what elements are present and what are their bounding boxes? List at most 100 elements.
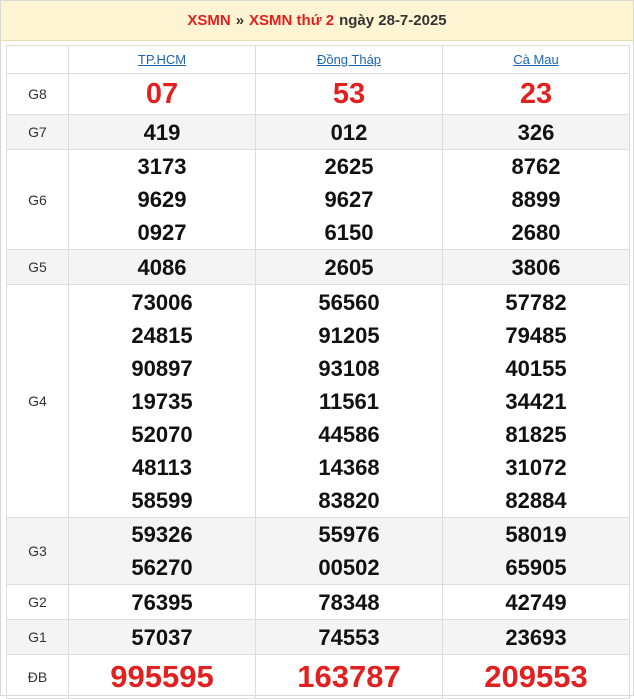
winning-number: 74553 <box>318 624 380 650</box>
prize-cell: 8762 8899 2680 <box>442 149 630 250</box>
prize-cell: 2625 9627 6150 <box>255 149 443 250</box>
winning-number: 419 <box>143 119 181 145</box>
prize-cell: 57037 <box>68 619 256 655</box>
winning-number: 78348 <box>318 589 380 615</box>
prize-label: G3 <box>6 517 69 585</box>
province-header-row: TP.HCM Đồng Tháp Cà Mau <box>6 45 630 74</box>
winning-number: 59326 <box>131 522 193 547</box>
winning-number: 79485 <box>505 322 567 348</box>
winning-number: 14368 <box>318 454 380 480</box>
prize-cell: 07 <box>68 73 256 115</box>
winning-number: 90897 <box>131 355 193 381</box>
prize-cell: 73006 24815 90897 19735 52070 48113 58599 <box>68 284 256 518</box>
winning-number: 93108 <box>318 355 380 381</box>
winning-number: 76395 <box>131 589 193 615</box>
winning-number: 31072 <box>505 454 567 480</box>
winning-number: 2605 <box>324 254 374 280</box>
prize-cell: 59326 56270 <box>68 517 256 585</box>
winning-number: 9629 <box>137 187 187 212</box>
winning-number: 8899 <box>511 187 561 212</box>
prize-row-g1: G1 57037 74553 23693 <box>6 619 630 655</box>
prize-label: G4 <box>6 284 69 518</box>
prize-cell: 326 <box>442 114 630 150</box>
province-link-dong-thap[interactable]: Đồng Tháp <box>317 52 381 67</box>
winning-number: 8762 <box>511 154 561 179</box>
prize-label: G1 <box>6 619 69 655</box>
results-table: TP.HCM Đồng Tháp Cà Mau G8 07 53 23 G7 419 012… <box>6 45 630 699</box>
prize-cell: 42749 <box>442 584 630 620</box>
winning-number: 81825 <box>505 421 567 447</box>
winning-number: 23 <box>519 78 553 110</box>
prize-cell: 2605 <box>255 249 443 285</box>
winning-number: 42749 <box>505 589 567 615</box>
prize-row-g6: G6 3173 9629 0927 2625 9627 6150 8762 8899 2680 <box>6 149 630 250</box>
prize-cell: 012 <box>255 114 443 150</box>
prize-cell: 3806 <box>442 249 630 285</box>
prize-cell: 53 <box>255 73 443 115</box>
results-header: XSMN » XSMN thứ 2 ngày 28-7-2025 <box>1 1 633 41</box>
prize-cell: 163787 <box>255 654 443 699</box>
winning-number: 3806 <box>511 254 561 280</box>
prize-cell: 3173 9629 0927 <box>68 149 256 250</box>
prize-label: G5 <box>6 249 69 285</box>
prize-row-g7: G7 419 012 326 <box>6 114 630 150</box>
winning-number: 2680 <box>511 220 561 245</box>
prize-row-g3: G3 59326 56270 55976 00502 58019 65905 <box>6 517 630 585</box>
prize-cell: 995595 <box>68 654 256 699</box>
winning-number: 58019 <box>505 522 567 547</box>
prize-cell: 4086 <box>68 249 256 285</box>
prize-cell: 23693 <box>442 619 630 655</box>
winning-number: 012 <box>330 119 368 145</box>
winning-number: 44586 <box>318 421 380 447</box>
winning-number: 209553 <box>484 659 588 694</box>
winning-number: 55976 <box>318 522 380 547</box>
prize-cell: 58019 65905 <box>442 517 630 585</box>
prize-row-g8: G8 07 53 23 <box>6 73 630 115</box>
prize-cell: 419 <box>68 114 256 150</box>
winning-number: 6150 <box>324 220 374 245</box>
prize-label: G2 <box>6 584 69 620</box>
prize-cell: 78348 <box>255 584 443 620</box>
winning-number: 23693 <box>505 624 567 650</box>
winning-number: 24815 <box>131 322 193 348</box>
prize-row-db: ĐB 995595 163787 209553 <box>6 654 630 699</box>
prize-cell: 56560 91205 93108 11561 44586 14368 83820 <box>255 284 443 518</box>
winning-number: 52070 <box>131 421 193 447</box>
province-link-tphcm[interactable]: TP.HCM <box>138 52 186 67</box>
prize-cell: 209553 <box>442 654 630 699</box>
winning-number: 91205 <box>318 322 380 348</box>
winning-number: 19735 <box>131 388 193 414</box>
prize-cell: 76395 <box>68 584 256 620</box>
winning-number: 9627 <box>324 187 374 212</box>
prize-row-g5: G5 4086 2605 3806 <box>6 249 630 285</box>
breadcrumb-separator: » <box>235 12 245 29</box>
winning-number: 34421 <box>505 388 567 414</box>
winning-number: 48113 <box>132 454 192 480</box>
winning-number: 53 <box>332 78 366 110</box>
results-panel: XSMN » XSMN thứ 2 ngày 28-7-2025 TP.HCM … <box>0 0 634 699</box>
draw-date: ngày 28-7-2025 <box>339 12 447 29</box>
winning-number: 07 <box>145 78 179 110</box>
winning-number: 83820 <box>318 487 380 513</box>
winning-number: 163787 <box>297 659 401 694</box>
prize-cell: 55976 00502 <box>255 517 443 585</box>
province-link-ca-mau[interactable]: Cà Mau <box>513 52 559 67</box>
winning-number: 0927 <box>137 220 187 245</box>
winning-number: 82884 <box>505 487 567 513</box>
winning-number: 2625 <box>324 154 374 179</box>
prize-label: G6 <box>6 149 69 250</box>
prize-label: ĐB <box>6 654 69 699</box>
xsmn-monday-link[interactable]: XSMN thứ 2 <box>249 12 334 29</box>
winning-number: 00502 <box>318 555 380 580</box>
prize-row-g2: G2 76395 78348 42749 <box>6 584 630 620</box>
winning-number: 11561 <box>319 388 379 414</box>
winning-number: 73006 <box>131 289 193 315</box>
prize-label: G8 <box>6 73 69 115</box>
empty-header-cell <box>6 45 69 74</box>
prize-cell: 23 <box>442 73 630 115</box>
winning-number: 995595 <box>110 659 214 694</box>
prize-row-g4: G4 73006 24815 90897 19735 52070 48113 58599 565… <box>6 284 630 518</box>
winning-number: 326 <box>517 119 555 145</box>
winning-number: 56560 <box>318 289 380 315</box>
xsmn-link[interactable]: XSMN <box>187 12 230 29</box>
